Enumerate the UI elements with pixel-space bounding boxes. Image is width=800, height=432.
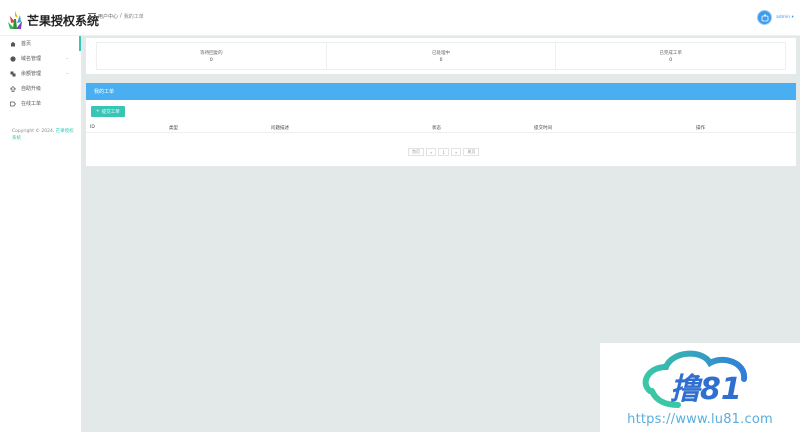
- watermark-logo: 撸81: [642, 350, 748, 408]
- chevron-down-icon: ⌄: [65, 70, 69, 75]
- copyright: Copyright © 2024. 芒果授权系统: [12, 128, 74, 142]
- panel-title: 我的工单: [86, 83, 796, 100]
- sidebar-item-home[interactable]: 首页: [0, 36, 81, 51]
- ticket-icon: [10, 101, 16, 107]
- sidebar-item-label: 自助升级: [21, 86, 42, 92]
- mango-logo-icon: [8, 11, 22, 29]
- sidebar-item-label: 在线工单: [21, 101, 42, 107]
- sidebar-item-label: 首页: [21, 41, 32, 47]
- column-header-type: 类型: [169, 126, 178, 131]
- svg-text:撸81: 撸81: [670, 372, 742, 407]
- column-header-actions: 操作: [696, 126, 705, 131]
- table-header: ID 类型 问题描述 状态 提交时间 操作: [86, 123, 796, 133]
- sidebar-item-balance[interactable]: 余额管理 ⌄: [0, 66, 81, 81]
- plus-icon: +: [96, 109, 100, 114]
- stat-completed: 已完成工单 0: [556, 43, 785, 69]
- upgrade-icon: [10, 85, 16, 92]
- breadcrumb-item-user-center[interactable]: 用户中心: [98, 13, 118, 20]
- stat-value: 0: [669, 57, 673, 63]
- app-window: 芒果授权系统 用户中心 / 我的工单 admin ▾ 首页 域名管理 ⌄ 余额管…: [0, 0, 800, 432]
- sidebar-item-label: 余额管理: [21, 71, 42, 77]
- add-ticket-button[interactable]: + 提交工单: [91, 106, 125, 117]
- stat-label: 等待回复的: [200, 50, 223, 56]
- stat-label: 已完成工单: [659, 50, 682, 56]
- app-logo[interactable]: 芒果授权系统: [6, 9, 99, 31]
- home-icon: [10, 41, 16, 47]
- top-header: 芒果授权系统 用户中心 / 我的工单 admin ▾: [0, 0, 800, 36]
- pagination: 首页 « 1 » 尾页: [408, 148, 480, 156]
- chevron-down-icon: ⌄: [65, 55, 69, 60]
- column-header-time: 提交时间: [534, 126, 552, 131]
- copyright-text: Copyright © 2024.: [12, 129, 55, 134]
- column-header-status: 状态: [432, 126, 441, 131]
- globe-icon: [10, 55, 16, 62]
- column-header-description: 问题描述: [271, 126, 289, 131]
- add-ticket-label: 提交工单: [101, 109, 120, 115]
- breadcrumb-item-current: 我的工单: [123, 14, 144, 20]
- stat-processing: 已处理中 0: [327, 43, 557, 69]
- stat-label: 已处理中: [432, 50, 450, 56]
- stat-value: 0: [209, 57, 213, 63]
- stat-value: 0: [439, 57, 443, 63]
- pagination-first[interactable]: 首页: [408, 148, 424, 156]
- sidebar-item-ticket[interactable]: 在线工单: [0, 96, 81, 111]
- user-menu[interactable]: admin ▾: [776, 15, 794, 20]
- stats-card: 等待回复的 0 已处理中 0 已完成工单 0: [86, 38, 796, 74]
- sidebar-item-label: 域名管理: [21, 56, 42, 62]
- breadcrumb-separator: /: [120, 13, 122, 19]
- watermark-url: https://www.lu81.com: [627, 412, 773, 427]
- user-avatar-icon: [761, 14, 768, 21]
- watermark: 撸81 https://www.lu81.com: [600, 343, 800, 432]
- breadcrumb: 用户中心 / 我的工单: [98, 13, 144, 20]
- pagination-page[interactable]: 1: [438, 148, 449, 156]
- sidebar: 首页 域名管理 ⌄ 余额管理 ⌄ 自助升级 在线工单 Copyright © 2…: [0, 36, 82, 432]
- pagination-prev[interactable]: «: [426, 148, 437, 156]
- column-header-id: ID: [90, 125, 95, 130]
- pagination-last[interactable]: 尾页: [463, 148, 480, 156]
- stats-row: 等待回复的 0 已处理中 0 已完成工单 0: [96, 42, 786, 70]
- tickets-panel: 我的工单 + 提交工单 ID 类型 问题描述 状态 提交时间 操作 首页 « 1…: [86, 83, 796, 166]
- avatar[interactable]: [757, 10, 772, 25]
- sidebar-item-upgrade[interactable]: 自助升级: [0, 81, 81, 96]
- sidebar-item-domain[interactable]: 域名管理 ⌄: [0, 51, 81, 66]
- stat-pending: 等待回复的 0: [97, 43, 327, 69]
- pagination-next[interactable]: »: [451, 148, 462, 156]
- menu-toggle-icon[interactable]: [88, 13, 96, 21]
- wallet-icon: [10, 71, 16, 77]
